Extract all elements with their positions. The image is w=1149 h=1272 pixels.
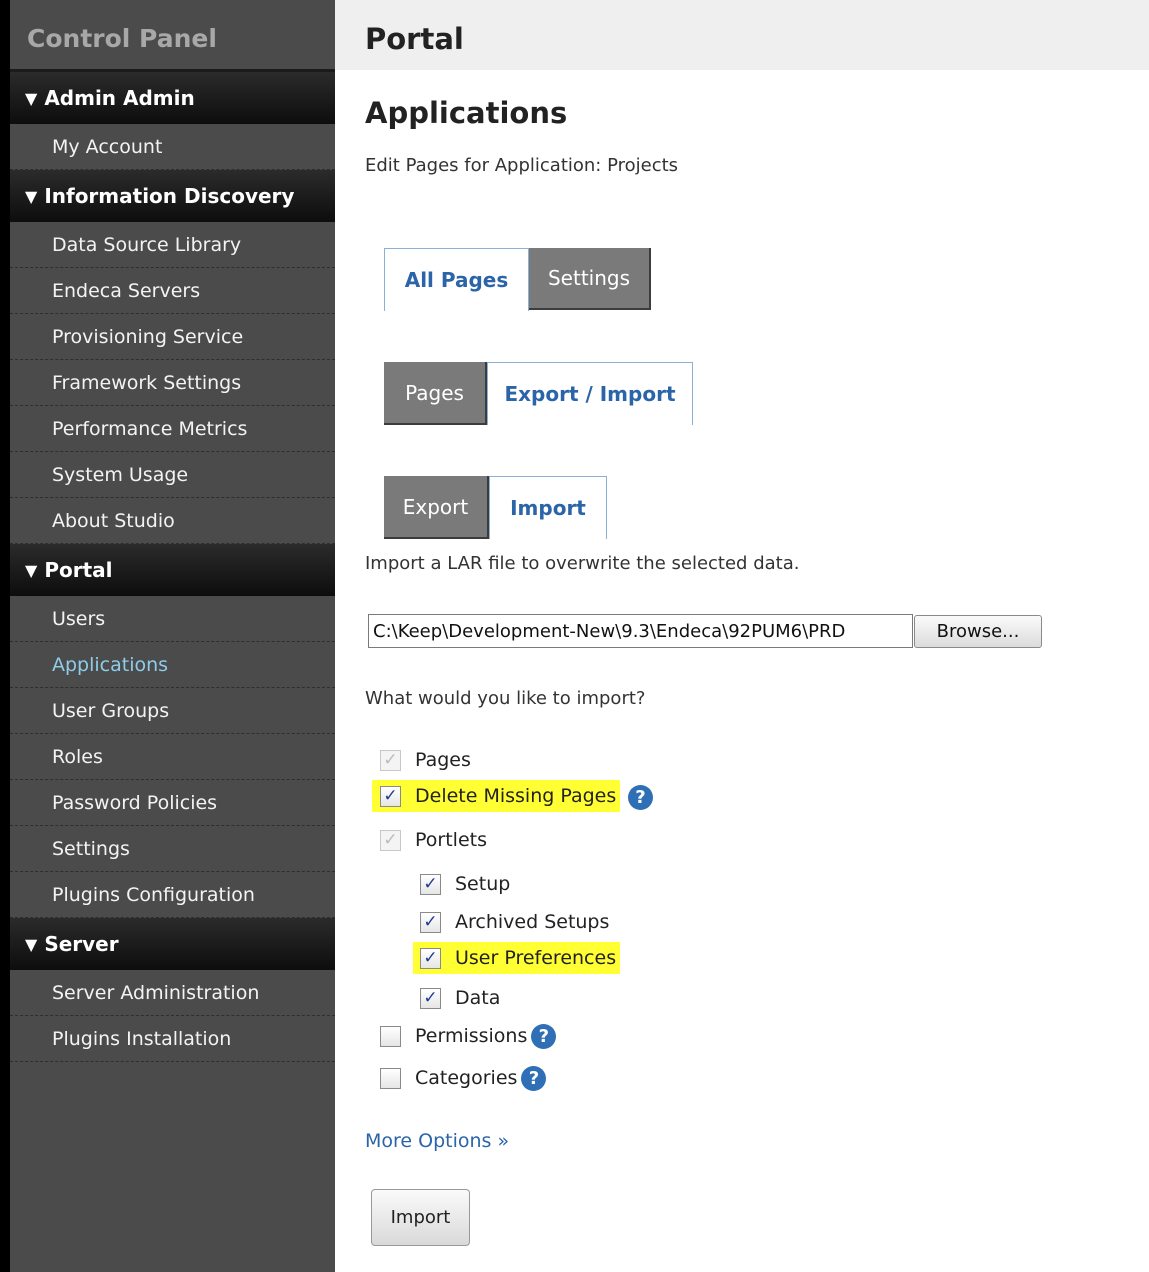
import-question: What would you like to import? bbox=[365, 688, 646, 709]
option-portlets[interactable]: ✓ Portlets bbox=[380, 824, 487, 856]
section-server[interactable]: ▼ Server bbox=[10, 918, 335, 970]
checkbox-data[interactable]: ✓ bbox=[420, 987, 441, 1009]
checkbox-permissions[interactable] bbox=[380, 1025, 401, 1047]
browse-button[interactable]: Browse... bbox=[914, 615, 1042, 648]
option-data[interactable]: ✓ Data bbox=[420, 982, 500, 1014]
option-permissions[interactable]: Permissions ? bbox=[380, 1020, 557, 1052]
option-categories[interactable]: Categories ? bbox=[380, 1062, 547, 1094]
tab-export-import[interactable]: Export / Import bbox=[487, 362, 693, 425]
option-label: Pages bbox=[415, 749, 471, 771]
help-icon[interactable]: ? bbox=[628, 785, 653, 810]
section-label: Portal bbox=[44, 558, 113, 582]
lar-file-input[interactable] bbox=[368, 614, 913, 648]
option-label: Data bbox=[455, 987, 501, 1009]
help-icon[interactable]: ? bbox=[521, 1065, 547, 1091]
section-label: Admin Admin bbox=[44, 86, 195, 110]
sidebar-item-plugins-installation[interactable]: Plugins Installation bbox=[10, 1016, 335, 1062]
tab-settings[interactable]: Settings bbox=[529, 248, 651, 310]
checkbox-archived-setups[interactable]: ✓ bbox=[420, 911, 441, 933]
sidebar-item-system-usage[interactable]: System Usage bbox=[10, 452, 335, 498]
header-bar: Portal bbox=[335, 0, 1149, 70]
sidebar-item-framework-settings[interactable]: Framework Settings bbox=[10, 360, 335, 406]
tab-pages[interactable]: Pages bbox=[384, 362, 487, 425]
sidebar-item-password-policies[interactable]: Password Policies bbox=[10, 780, 335, 826]
option-label: Portlets bbox=[415, 829, 487, 851]
checkbox-categories[interactable] bbox=[380, 1067, 401, 1089]
option-label: Permissions bbox=[415, 1025, 528, 1047]
page-title: Applications bbox=[365, 96, 568, 130]
sidebar-item-plugins-configuration[interactable]: Plugins Configuration bbox=[10, 872, 335, 918]
import-button[interactable]: Import bbox=[371, 1189, 470, 1246]
sidebar-item-performance-metrics[interactable]: Performance Metrics bbox=[10, 406, 335, 452]
tab-import[interactable]: Import bbox=[489, 476, 607, 539]
sidebar-item-server-administration[interactable]: Server Administration bbox=[10, 970, 335, 1016]
header-title: Portal bbox=[365, 22, 464, 56]
sidebar-item-endeca-servers[interactable]: Endeca Servers bbox=[10, 268, 335, 314]
sidebar-title: Control Panel bbox=[10, 0, 335, 72]
option-pages[interactable]: ✓ Pages bbox=[380, 744, 471, 776]
checkbox-pages[interactable]: ✓ bbox=[380, 749, 401, 771]
sidebar-item-users[interactable]: Users bbox=[10, 596, 335, 642]
sidebar-item-provisioning-service[interactable]: Provisioning Service bbox=[10, 314, 335, 360]
tab-all-pages[interactable]: All Pages bbox=[384, 248, 529, 311]
import-description: Import a LAR file to overwrite the selec… bbox=[365, 553, 800, 574]
sidebar-item-applications[interactable]: Applications bbox=[10, 642, 335, 688]
sidebar: Control Panel ▼ Admin Admin My Account ▼… bbox=[0, 0, 335, 1272]
option-label: Delete Missing Pages bbox=[415, 785, 617, 807]
sidebar-item-data-source-library[interactable]: Data Source Library bbox=[10, 222, 335, 268]
page-description: Edit Pages for Application: Projects bbox=[365, 155, 679, 176]
sidebar-item-settings[interactable]: Settings bbox=[10, 826, 335, 872]
checkbox-user-preferences[interactable]: ✓ bbox=[420, 947, 441, 969]
checkbox-delete-missing-pages[interactable]: ✓ bbox=[380, 785, 401, 807]
option-user-preferences[interactable]: ✓ User Preferences bbox=[413, 942, 621, 974]
help-icon[interactable]: ? bbox=[531, 1023, 557, 1049]
option-label: Archived Setups bbox=[455, 911, 610, 933]
section-admin-admin[interactable]: ▼ Admin Admin bbox=[10, 72, 335, 124]
more-options-link[interactable]: More Options » bbox=[365, 1130, 509, 1152]
collapse-triangle-icon: ▼ bbox=[25, 186, 38, 206]
option-label: Setup bbox=[455, 873, 511, 895]
checkbox-portlets[interactable]: ✓ bbox=[380, 829, 401, 851]
collapse-triangle-icon: ▼ bbox=[25, 934, 38, 954]
tab-export[interactable]: Export bbox=[384, 476, 489, 539]
option-delete-missing-pages[interactable]: ✓ Delete Missing Pages bbox=[372, 780, 621, 812]
collapse-triangle-icon: ▼ bbox=[25, 88, 38, 108]
section-label: Information Discovery bbox=[44, 184, 295, 208]
option-label: User Preferences bbox=[455, 947, 617, 969]
sidebar-item-my-account[interactable]: My Account bbox=[10, 124, 335, 170]
section-portal[interactable]: ▼ Portal bbox=[10, 544, 335, 596]
option-label: Categories bbox=[415, 1067, 518, 1089]
option-setup[interactable]: ✓ Setup bbox=[420, 868, 510, 900]
sidebar-item-user-groups[interactable]: User Groups bbox=[10, 688, 335, 734]
option-archived-setups[interactable]: ✓ Archived Setups bbox=[420, 906, 609, 938]
section-label: Server bbox=[44, 932, 119, 956]
collapse-triangle-icon: ▼ bbox=[25, 560, 38, 580]
section-information-discovery[interactable]: ▼ Information Discovery bbox=[10, 170, 335, 222]
sidebar-item-about-studio[interactable]: About Studio bbox=[10, 498, 335, 544]
checkbox-setup[interactable]: ✓ bbox=[420, 873, 441, 895]
sidebar-item-roles[interactable]: Roles bbox=[10, 734, 335, 780]
